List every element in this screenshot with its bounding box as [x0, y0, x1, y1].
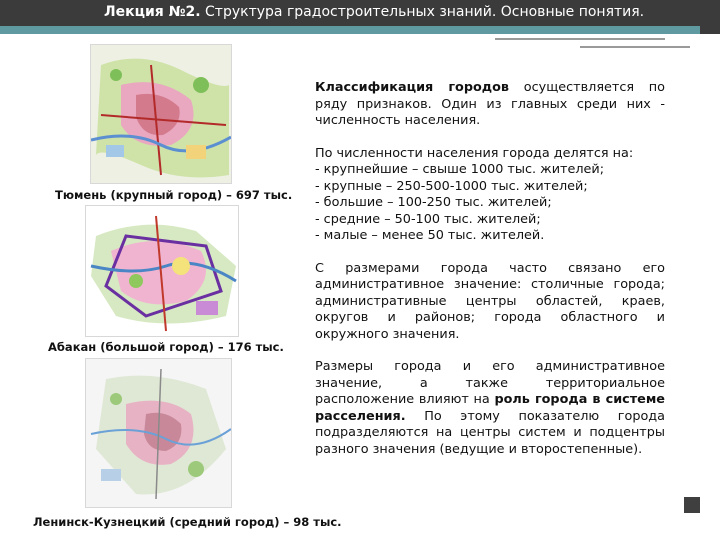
map-caption-leninsk-kuznetsky: Ленинск-Кузнецкий (средний город) – 98 т… — [33, 515, 342, 529]
list-item: - большие – 100-250 тыс. жителей; — [315, 195, 552, 210]
list-item: - крупнейшие – свыше 1000 тыс. жителей; — [315, 162, 605, 177]
list-intro: По численности населения города делятся … — [315, 145, 634, 161]
divider-line — [580, 46, 690, 48]
paragraph-classification-bold: Классификация городов — [315, 80, 510, 95]
paragraph-role: Размеры города и его административное зн… — [315, 359, 665, 458]
divider-line — [495, 38, 665, 40]
map-caption-abakan: Абакан (большой город) – 176 тыс. — [48, 340, 284, 354]
header-arrow-icon — [0, 34, 14, 62]
content-text: Классификация городов осуществляется по … — [315, 80, 665, 474]
city-map-abakan-icon — [86, 206, 238, 336]
slide-title: Лекция №2. Структура градостроительных з… — [104, 4, 644, 20]
city-map-tyumen-icon — [91, 45, 231, 183]
paragraph-admin: С размерами города часто связано его адм… — [315, 260, 665, 342]
map-caption-tyumen: Тюмень (крупный город) – 697 тыс. — [55, 188, 293, 202]
population-list: - крупнейшие – свыше 1000 тыс. жителей; … — [315, 162, 665, 245]
map-abakan — [85, 205, 239, 337]
accent-bar — [0, 26, 700, 34]
slide-title-bold: Лекция №2. — [104, 4, 201, 20]
slide-header: Лекция №2. Структура градостроительных з… — [0, 0, 720, 26]
city-map-leninsk-kuznetsky-icon — [86, 359, 231, 507]
map-tyumen — [90, 44, 232, 184]
list-item: - крупные – 250-500-1000 тыс. жителей; — [315, 178, 588, 194]
slide-nav-square-icon[interactable] — [684, 497, 700, 513]
list-item: - средние – 50-100 тыс. жителей; — [315, 211, 541, 227]
slide-title-rest: Структура градостроительных знаний. Осно… — [200, 4, 645, 20]
list-item: - малые – менее 50 тыс. жителей. — [315, 228, 545, 243]
map-leninsk-kuznetsky — [85, 358, 232, 508]
accent-bar-end — [700, 26, 720, 34]
paragraph-classification: Классификация городов осуществляется по … — [315, 80, 665, 130]
